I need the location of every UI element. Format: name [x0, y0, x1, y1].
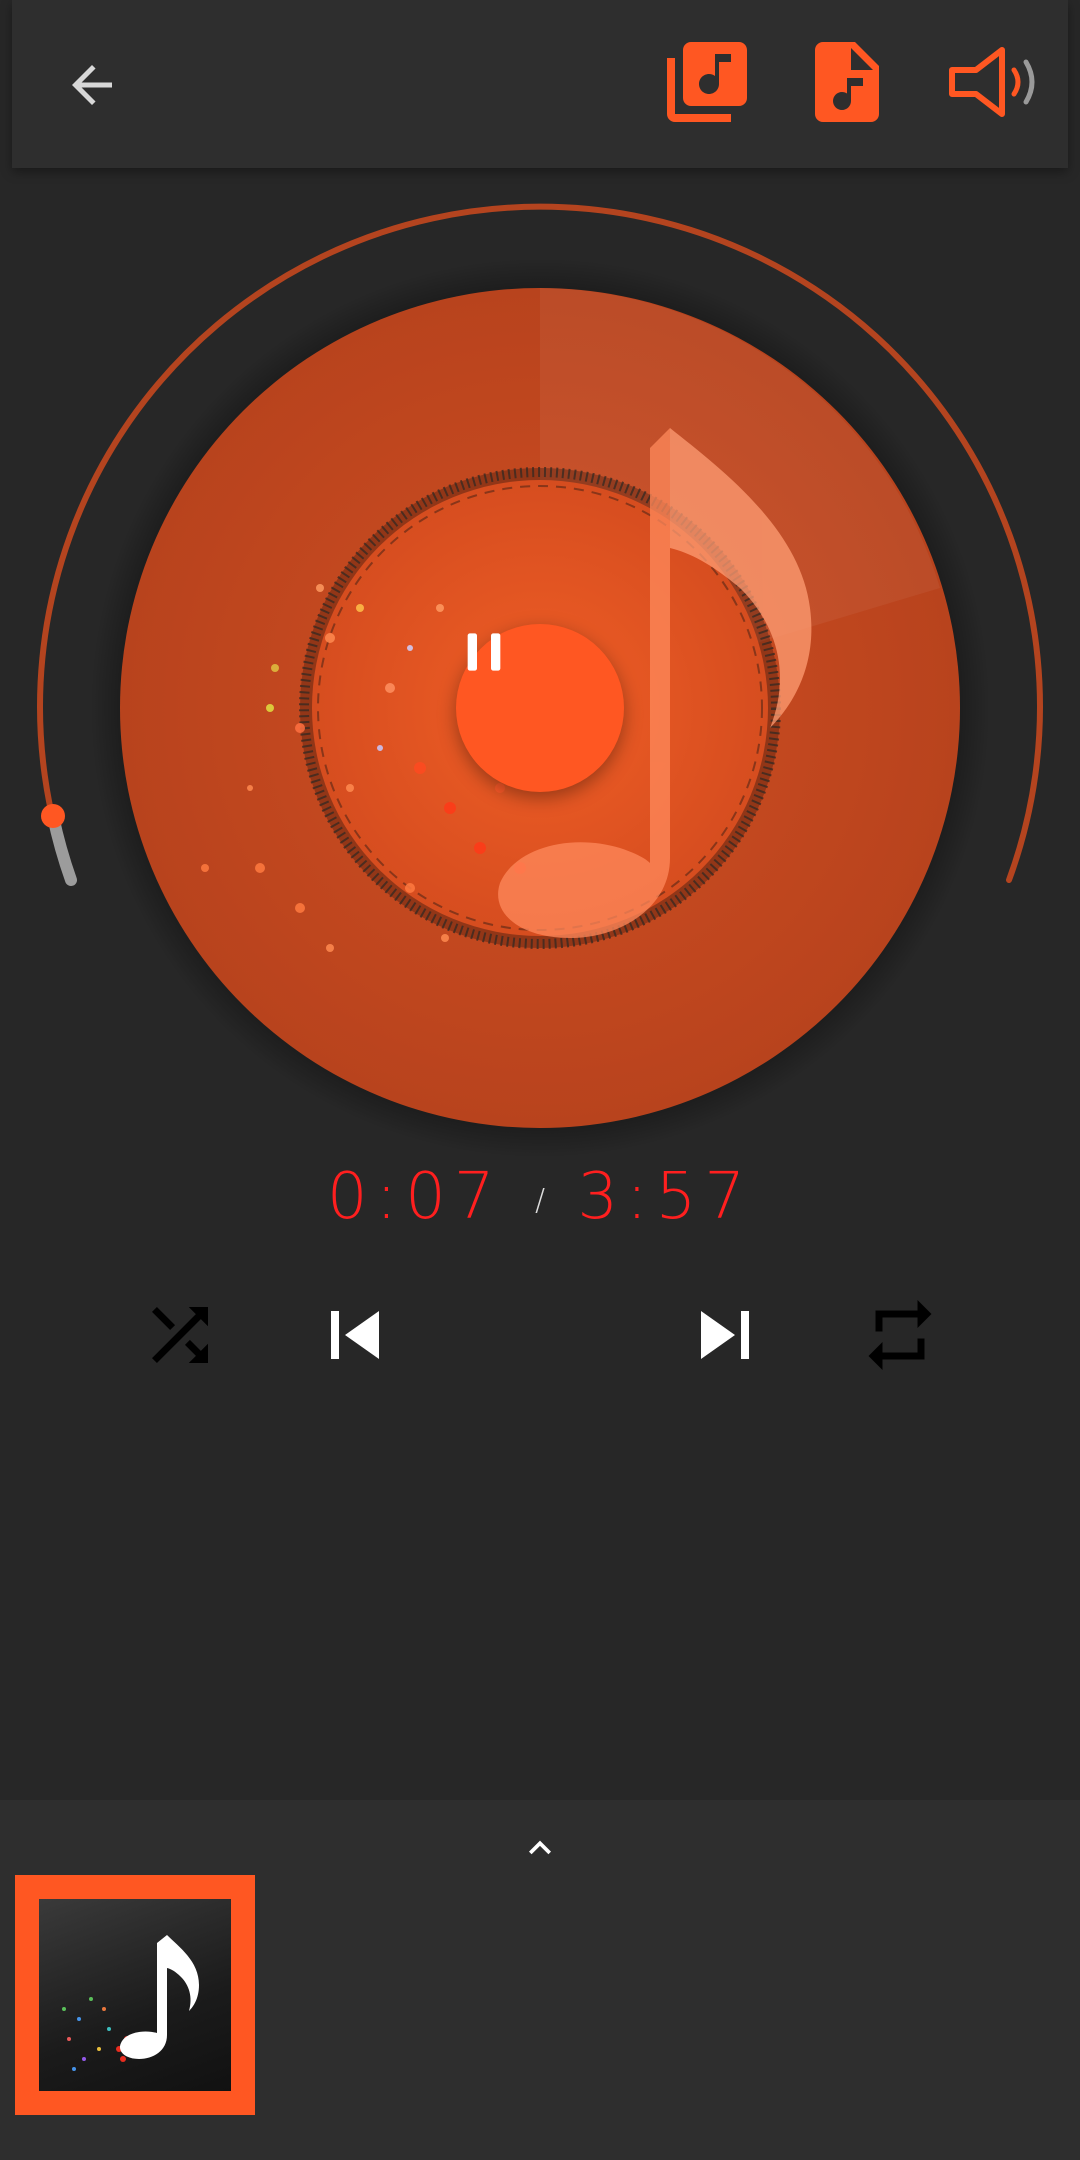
skip-previous-icon [331, 1311, 379, 1359]
volume-button[interactable] [932, 32, 1052, 132]
queue-panel [0, 1800, 1080, 2160]
repeat-icon [868, 1300, 932, 1370]
album-art [39, 1899, 231, 2091]
playlist-button[interactable] [652, 32, 762, 132]
seek-thumb[interactable] [41, 804, 65, 828]
back-button[interactable] [42, 40, 142, 130]
previous-button[interactable] [300, 1280, 410, 1390]
music-player-screen: 0:07 / 3:57 [0, 0, 1080, 2160]
playback-controls [0, 1280, 1080, 1390]
total-time: 3:57 [577, 1160, 754, 1234]
chevron-up-icon [529, 1840, 551, 1855]
elapsed-time: 0:07 [326, 1160, 503, 1234]
music-note-icon [62, 1935, 199, 2071]
shuffle-button[interactable] [125, 1280, 235, 1390]
volume-icon [949, 47, 1035, 117]
time-separator: / [534, 1183, 546, 1218]
play-pause-button[interactable] [456, 624, 624, 792]
top-app-bar [12, 0, 1068, 168]
next-button[interactable] [670, 1280, 780, 1390]
player-disc-area [0, 168, 1080, 1168]
skip-next-icon [701, 1311, 749, 1359]
pause-icon [467, 633, 501, 671]
expand-queue-button[interactable] [500, 1818, 580, 1878]
audio-file-icon [815, 42, 879, 122]
time-display: 0:07 / 3:57 [0, 1160, 1080, 1250]
repeat-button[interactable] [845, 1280, 955, 1390]
queue-item-selected[interactable] [15, 1875, 255, 2115]
library-music-icon [667, 42, 747, 122]
audio-file-button[interactable] [792, 32, 902, 132]
shuffle-icon [152, 1307, 208, 1363]
arrow-left-icon [72, 65, 112, 105]
